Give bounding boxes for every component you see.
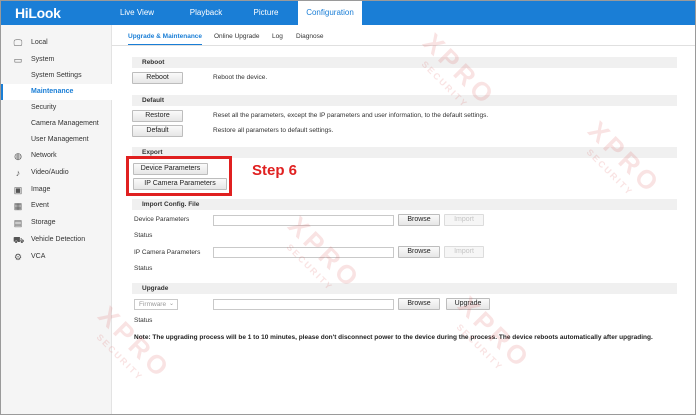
section-title: Reboot bbox=[142, 59, 165, 66]
sidebar-item-user-management[interactable]: User Management bbox=[1, 132, 112, 148]
sidebar-item-label: Image bbox=[31, 186, 51, 193]
sidebar: 🖵 Local ▭ System System Settings Mainten… bbox=[1, 25, 112, 414]
sidebar-item-system-settings[interactable]: System Settings bbox=[1, 68, 112, 84]
sidebar-item-event[interactable]: ▦ Event bbox=[1, 198, 112, 214]
sidebar-item-label: Storage bbox=[31, 219, 56, 226]
sidebar-item-vehicle-detection[interactable]: ⛟ Vehicle Detection bbox=[1, 232, 112, 248]
sidebar-item-label: User Management bbox=[31, 136, 89, 143]
device-parameters-file-input[interactable] bbox=[213, 215, 394, 226]
sidebar-item-vca[interactable]: ⚙ VCA bbox=[1, 249, 112, 265]
upgrade-type-select[interactable]: Firmware ⌄ bbox=[134, 299, 178, 310]
step-highlight-box bbox=[126, 156, 232, 196]
ip-camera-parameters-browse-button[interactable]: Browse bbox=[398, 246, 440, 258]
section-import-config: Import Config. File bbox=[132, 199, 677, 210]
ip-camera-parameters-file-input[interactable] bbox=[213, 247, 394, 258]
chevron-down-icon: ⌄ bbox=[168, 301, 174, 307]
default-description: Restore all parameters to default settin… bbox=[213, 127, 334, 134]
section-title: Upgrade bbox=[142, 285, 169, 292]
sidebar-item-security[interactable]: Security bbox=[1, 100, 112, 116]
device-parameters-import-button[interactable]: Import bbox=[444, 214, 484, 226]
calendar-icon: ▦ bbox=[13, 201, 23, 211]
firmware-file-input[interactable] bbox=[213, 299, 394, 310]
sidebar-item-label: Vehicle Detection bbox=[31, 236, 86, 243]
top-nav-bar: HiLook Live View Playback Picture Config… bbox=[1, 1, 695, 25]
section-title: Import Config. File bbox=[142, 201, 200, 208]
section-title: Default bbox=[142, 97, 165, 104]
import-device-parameters-label: Device Parameters bbox=[134, 216, 190, 223]
subtab-online-upgrade[interactable]: Online Upgrade bbox=[214, 31, 260, 45]
section-upgrade: Upgrade bbox=[132, 283, 677, 294]
sidebar-item-system[interactable]: ▭ System bbox=[1, 52, 112, 68]
vca-icon: ⚙ bbox=[13, 252, 23, 262]
reboot-button[interactable]: Reboot bbox=[132, 72, 183, 84]
storage-icon: ▤ bbox=[13, 218, 23, 228]
subtab-upgrade-maintenance[interactable]: Upgrade & Maintenance bbox=[128, 31, 203, 45]
sidebar-item-video-audio[interactable]: ♪ Video/Audio bbox=[1, 165, 112, 181]
restore-description: Reset all the parameters, except the IP … bbox=[213, 112, 489, 119]
reboot-description: Reboot the device. bbox=[213, 74, 268, 81]
upgrade-status-label: Status bbox=[134, 317, 153, 324]
device-parameters-browse-button[interactable]: Browse bbox=[398, 214, 440, 226]
sidebar-item-network[interactable]: ◍ Network bbox=[1, 148, 112, 164]
hilook-logo: HiLook bbox=[15, 5, 61, 21]
system-icon: ▭ bbox=[13, 55, 23, 65]
globe-icon: ◍ bbox=[14, 151, 22, 161]
step-annotation: Step 6 bbox=[248, 162, 302, 179]
upgrade-button[interactable]: Upgrade bbox=[446, 298, 490, 310]
section-reboot: Reboot bbox=[132, 57, 677, 68]
sidebar-item-label: VCA bbox=[31, 253, 46, 260]
sidebar-item-camera-management[interactable]: Camera Management bbox=[1, 116, 112, 132]
import-ip-camera-parameters-label: IP Camera Parameters bbox=[134, 249, 201, 256]
ip-camera-parameters-import-button[interactable]: Import bbox=[444, 246, 484, 258]
select-value: Firmware bbox=[139, 301, 167, 308]
sidebar-item-label: Local bbox=[31, 39, 48, 46]
import-status-label: Status bbox=[134, 265, 153, 272]
tab-picture[interactable]: Picture bbox=[246, 1, 286, 25]
vehicle-icon: ⛟ bbox=[13, 235, 25, 245]
sidebar-item-label: Event bbox=[31, 202, 49, 209]
sidebar-item-label: Maintenance bbox=[31, 88, 74, 95]
sidebar-item-label: System Settings bbox=[31, 72, 82, 79]
monitor-icon: 🖵 bbox=[13, 38, 23, 48]
sidebar-item-label: Security bbox=[31, 104, 57, 111]
main-content: Upgrade & Maintenance Online Upgrade Log… bbox=[112, 25, 695, 414]
subtab-log[interactable]: Log bbox=[272, 31, 283, 45]
sidebar-item-image[interactable]: ▣ Image bbox=[1, 182, 112, 198]
tab-configuration[interactable]: Configuration bbox=[298, 1, 362, 25]
upgrade-note: Note: The upgrading process will be 1 to… bbox=[134, 334, 653, 341]
subtab-diagnose[interactable]: Diagnose bbox=[296, 31, 323, 45]
section-default: Default bbox=[132, 95, 677, 106]
video-audio-icon: ♪ bbox=[15, 168, 21, 178]
sidebar-item-maintenance[interactable]: Maintenance bbox=[1, 84, 112, 100]
image-icon: ▣ bbox=[13, 185, 23, 195]
default-button[interactable]: Default bbox=[132, 125, 183, 137]
sidebar-item-label: Camera Management bbox=[31, 120, 99, 127]
sidebar-item-local[interactable]: 🖵 Local bbox=[1, 35, 112, 51]
tab-live-view[interactable]: Live View bbox=[114, 1, 160, 25]
restore-button[interactable]: Restore bbox=[132, 110, 183, 122]
tab-playback[interactable]: Playback bbox=[181, 1, 231, 25]
import-status-label: Status bbox=[134, 232, 153, 239]
sidebar-item-label: System bbox=[31, 56, 55, 63]
sidebar-item-label: Network bbox=[31, 152, 57, 159]
firmware-browse-button[interactable]: Browse bbox=[398, 298, 440, 310]
sidebar-item-label: Video/Audio bbox=[31, 169, 69, 176]
tab-divider bbox=[112, 45, 695, 46]
app-window: HiLook Live View Playback Picture Config… bbox=[0, 0, 696, 415]
sidebar-item-storage[interactable]: ▤ Storage bbox=[1, 215, 112, 231]
